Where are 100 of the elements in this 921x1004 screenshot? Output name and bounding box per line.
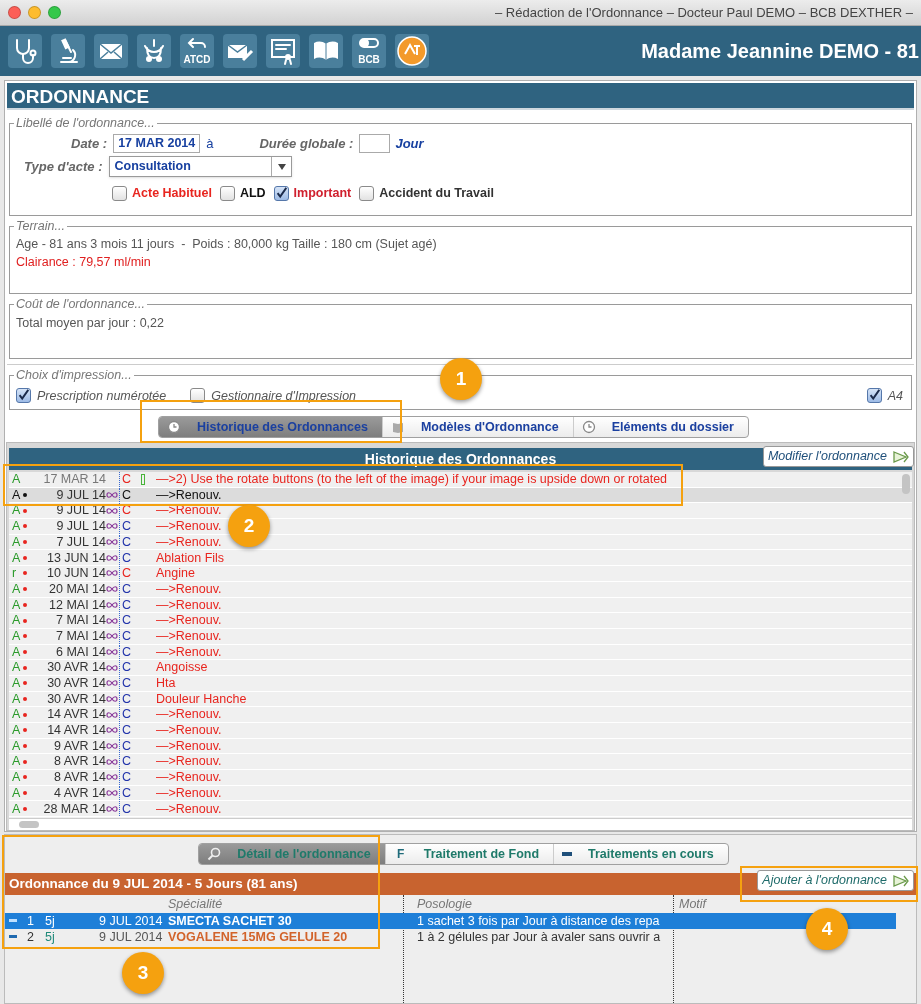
- toolbar-button[interactable]: BCB: [352, 34, 386, 68]
- history-text: —>Renouv.: [155, 802, 222, 816]
- code-letter: C: [119, 738, 133, 754]
- field-label: Jour: [395, 135, 424, 153]
- checkbox-label: Accident du Travail: [379, 185, 494, 203]
- history-date: 14 AVR 14: [46, 708, 106, 721]
- date-field[interactable]: 17 MAR 2014: [113, 134, 201, 154]
- history-row[interactable]: A 7 MAI 14 C —>Renouv.: [9, 613, 912, 629]
- duration-field[interactable]: [359, 134, 391, 154]
- letter-f-icon: F: [393, 845, 408, 863]
- play-arrow-icon: [893, 450, 909, 463]
- panel-title: Ordonnance du 9 JUL 2014 - 5 Jours (81 ans): [8, 874, 298, 893]
- history-row[interactable]: A 20 MAI 14 C —>Renouv.: [9, 581, 912, 598]
- column-header: Motif: [679, 895, 707, 913]
- history-row[interactable]: A 30 AVR 14 C Douleur Hanche: [9, 691, 912, 708]
- history-row[interactable]: A 12 MAI 14 C —>Renouv.: [9, 597, 912, 614]
- minus-icon: [9, 935, 17, 938]
- drug-name: SMECTA SACHET 30: [168, 913, 292, 929]
- zoom-button[interactable]: [48, 6, 61, 19]
- toolbar-button[interactable]: [51, 34, 85, 68]
- tab[interactable]: F Traitement de Fond: [384, 844, 554, 864]
- scrollbar-thumb[interactable]: [19, 821, 39, 828]
- action-button[interactable]: Modifier l'ordonnance: [762, 446, 914, 467]
- history-row[interactable]: A 13 JUN 14 C Ablation Fils: [9, 550, 912, 567]
- code-letter: C: [119, 628, 133, 644]
- checkbox[interactable]: [112, 186, 127, 202]
- info-text: Clairance : 79,57 ml/min: [16, 254, 152, 272]
- history-row[interactable]: A 30 AVR 14 C Angoisse: [9, 660, 912, 676]
- status-letter: A: [11, 488, 21, 502]
- close-button[interactable]: [8, 6, 21, 19]
- checkbox[interactable]: [359, 186, 375, 202]
- undo-arrow-icon: [187, 37, 207, 49]
- history-row[interactable]: A 28 MAR 14 C —>Renouv.: [9, 801, 912, 818]
- history-text: Angine: [155, 567, 195, 580]
- checkbox[interactable]: [866, 388, 882, 404]
- checkbox[interactable]: [219, 186, 235, 202]
- checkbox[interactable]: [16, 388, 31, 404]
- toolbar-button[interactable]: [395, 34, 429, 68]
- history-text: —>Renouv.: [155, 786, 222, 800]
- checkbox[interactable]: [273, 186, 289, 202]
- row-number: 1: [27, 913, 34, 929]
- scrollbar-thumb[interactable]: [902, 474, 910, 494]
- history-row[interactable]: A 30 AVR 14 C Hta: [9, 675, 912, 692]
- history-date: 8 AVR 14: [53, 755, 106, 768]
- action-button[interactable]: Ajouter à l'ordonnance: [757, 870, 914, 891]
- tab[interactable]: Eléments du dossier: [572, 417, 748, 437]
- status-letter: A: [11, 739, 21, 753]
- history-row[interactable]: A 4 AVR 14 C —>Renouv.: [9, 785, 912, 802]
- toolbar-button[interactable]: [223, 34, 257, 68]
- posology-text: 1 à 2 gélules par Jour à avaler sans ouvrir a: [417, 929, 661, 945]
- history-text: Douleur Hanche: [155, 692, 247, 706]
- toolbar-button[interactable]: [8, 34, 42, 68]
- history-row[interactable]: A 7 MAI 14 C —>Renouv.: [9, 628, 912, 645]
- history-row[interactable]: r 10 JUN 14 C Angine: [9, 566, 912, 582]
- history-row[interactable]: A 14 AVR 14 C —>Renouv.: [9, 707, 912, 723]
- history-text: —>Renouv.: [155, 630, 222, 643]
- history-date: 8 AVR 14: [53, 771, 106, 784]
- code-letter: C: [119, 566, 133, 581]
- round-badge-icon: [395, 34, 429, 68]
- toolbar-button[interactable]: ATCD: [180, 34, 214, 68]
- status-letter: A: [11, 473, 21, 486]
- toolbar-button[interactable]: [266, 34, 300, 68]
- history-row[interactable]: A 8 AVR 14 C —>Renouv.: [9, 770, 912, 786]
- duration-text: 5j: [45, 929, 55, 945]
- history-date: 7 JUL 14: [55, 535, 106, 549]
- code-letter: C: [119, 581, 133, 597]
- column-header: Posologie: [417, 895, 472, 913]
- history-row[interactable]: A 17 MAR 14 C —>2) Use the rotate buttons (to the left of the image) if your image is upside down or rotated: [9, 472, 912, 488]
- date-text: 9 JUL 2014: [99, 913, 163, 929]
- toolbar-button[interactable]: [94, 34, 128, 68]
- history-date: 6 MAI 14: [54, 645, 106, 659]
- history-text: —>Renouv.: [155, 724, 222, 737]
- search-icon: [207, 847, 222, 861]
- history-row[interactable]: A 14 AVR 14 C —>Renouv.: [9, 723, 912, 739]
- type-dropdown[interactable]: Consultation: [109, 156, 293, 178]
- history-text: —>Renouv.: [155, 535, 222, 549]
- status-letter: A: [11, 614, 21, 627]
- status-letter: A: [11, 724, 21, 737]
- section-legend: Terrain...: [14, 216, 67, 236]
- history-row[interactable]: A 9 AVR 14 C —>Renouv.: [9, 738, 912, 755]
- checkbox-label: A4: [887, 387, 903, 405]
- checkbox-label: Important: [293, 185, 352, 203]
- history-date: 9 JUL 14: [55, 520, 106, 533]
- status-letter: A: [11, 661, 21, 674]
- clock-icon: [167, 420, 182, 434]
- minus-icon: [562, 852, 573, 856]
- status-letter: A: [11, 677, 21, 690]
- history-date: 17 MAR 14: [42, 473, 106, 486]
- tab[interactable]: Modèles d'Ordonnance: [381, 417, 573, 437]
- history-row[interactable]: A 8 AVR 14 C —>Renouv.: [9, 754, 912, 771]
- code-letter: C: [119, 660, 133, 675]
- checkbox-label: Prescription numérotée: [37, 387, 167, 405]
- history-row[interactable]: A 6 MAI 14 C —>Renouv.: [9, 644, 912, 661]
- posology-text: 1 sachet 3 fois par Jour à distance des repa: [417, 913, 660, 929]
- status-letter: A: [11, 551, 21, 565]
- code-letter: C: [119, 550, 133, 566]
- date-text: 9 JUL 2014: [99, 929, 163, 945]
- history-date: 10 JUN 14: [45, 567, 106, 580]
- history-date: 9 AVR 14: [53, 739, 106, 753]
- tab[interactable]: Traitements en cours: [553, 844, 728, 864]
